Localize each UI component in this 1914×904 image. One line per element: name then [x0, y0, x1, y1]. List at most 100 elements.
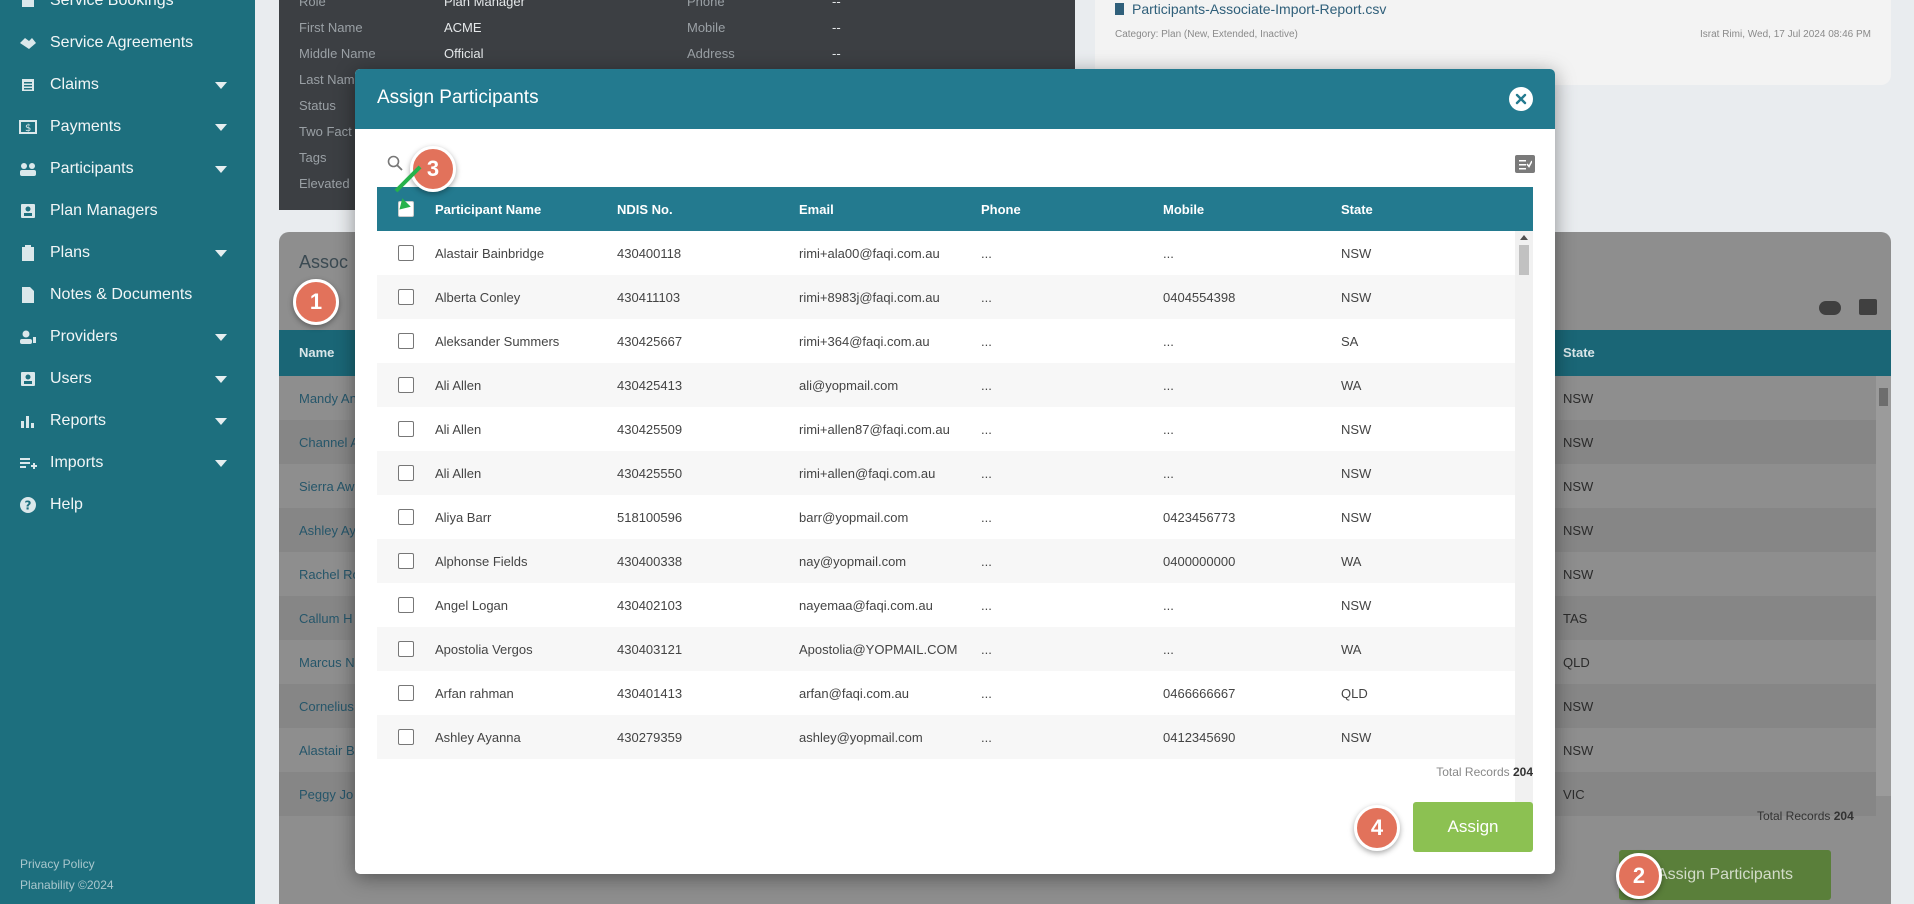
row-checkbox[interactable] — [398, 245, 414, 261]
chevron-down-icon — [215, 334, 227, 341]
sidebar-item-imports[interactable]: Imports — [0, 442, 255, 484]
sidebar: Service Bookings Service Agreements Clai… — [0, 0, 255, 904]
column-toggle-icon[interactable] — [1858, 299, 1877, 315]
svg-text:$: $ — [25, 123, 31, 134]
table-row[interactable]: Arfan rahman 430401413 arfan@faqi.com.au… — [377, 671, 1515, 715]
cell-ndis: 430425509 — [617, 422, 683, 437]
close-button[interactable] — [1509, 87, 1533, 111]
cell-name: Alphonse Fields — [435, 554, 528, 569]
chevron-down-icon — [215, 250, 227, 257]
scroll-thumb[interactable] — [1519, 245, 1529, 275]
sidebar-item-claims[interactable]: Claims — [0, 64, 255, 106]
cell-mobile: 0466666667 — [1163, 686, 1236, 701]
file-link[interactable]: Participants-Associate-Import-Report.csv — [1115, 1, 1386, 17]
sidebar-item-users[interactable]: Users — [0, 358, 255, 400]
cell-state: NSW — [1341, 730, 1372, 745]
cell-name: Ali Allen — [435, 378, 482, 393]
header-state[interactable]: State — [1341, 202, 1373, 217]
cell-email: nayemaa@faqi.com.au — [799, 598, 933, 613]
column-toggle-icon[interactable] — [1515, 155, 1535, 173]
header-mobile[interactable]: Mobile — [1163, 202, 1204, 217]
privacy-policy-link[interactable]: Privacy Policy — [20, 854, 114, 875]
sidebar-item-reports[interactable]: Reports — [0, 400, 255, 442]
chevron-down-icon — [215, 166, 227, 173]
modal-scrollbar[interactable] — [1515, 231, 1533, 825]
table-row[interactable]: Alberta Conley 430411103 rimi+8983j@faqi… — [377, 275, 1515, 319]
table-row[interactable]: Ali Allen 430425413 ali@yopmail.com ... … — [377, 363, 1515, 407]
row-checkbox[interactable] — [398, 465, 414, 481]
chevron-down-icon — [215, 376, 227, 383]
cell-phone: ... — [981, 466, 992, 481]
sidebar-item-plan-managers[interactable]: Plan Managers — [0, 190, 255, 232]
cell-mobile: 0404554398 — [1163, 290, 1236, 305]
row-checkbox[interactable] — [398, 377, 414, 393]
sidebar-item-service-agreements[interactable]: Service Agreements — [0, 22, 255, 64]
cloud-download-icon[interactable] — [1819, 301, 1841, 315]
cell-name: Ashley Ayanna — [435, 730, 521, 745]
close-icon — [1515, 93, 1527, 105]
table-row[interactable]: Aliya Barr 518100596 barr@yopmail.com ..… — [377, 495, 1515, 539]
tags-label: Tags — [299, 150, 327, 165]
cell-name: Ali Allen — [435, 466, 482, 481]
sidebar-item-plans[interactable]: Plans — [0, 232, 255, 274]
table-row[interactable]: Ali Allen 430425550 rimi+allen@faqi.com.… — [377, 451, 1515, 495]
cell-phone: ... — [981, 730, 992, 745]
row-checkbox[interactable] — [398, 509, 414, 525]
cell-mobile: ... — [1163, 246, 1174, 261]
cell-ndis: 430401413 — [617, 686, 683, 701]
table-row[interactable]: Angel Logan 430402103 nayemaa@faqi.com.a… — [377, 583, 1515, 627]
table-row[interactable]: Alastair Bainbridge 430400118 rimi+ala00… — [377, 231, 1515, 275]
phone-value: -- — [832, 0, 841, 9]
sidebar-item-label: Notes & Documents — [50, 286, 193, 303]
table-row[interactable]: Ashley Ayanna 430279359 ashley@yopmail.c… — [377, 715, 1515, 759]
row-checkbox[interactable] — [398, 421, 414, 437]
section-title: Assoc — [299, 252, 349, 272]
cell-email: rimi+8983j@faqi.com.au — [799, 290, 940, 305]
sidebar-item-label: Plans — [50, 244, 91, 261]
bg-row-state: NSW — [1563, 567, 1594, 582]
handshake-icon — [18, 33, 38, 53]
role-label: Role — [299, 0, 326, 9]
row-checkbox[interactable] — [398, 729, 414, 745]
row-checkbox[interactable] — [398, 553, 414, 569]
scroll-up-icon[interactable] — [1520, 235, 1528, 240]
header-participant-name[interactable]: Participant Name — [435, 202, 541, 217]
cell-email: rimi+allen87@faqi.com.au — [799, 422, 950, 437]
row-checkbox[interactable] — [398, 641, 414, 657]
cell-email: barr@yopmail.com — [799, 510, 909, 525]
assign-participants-modal: Assign Participants Participant Name NDI… — [355, 69, 1555, 874]
sidebar-item-label: Imports — [50, 454, 104, 471]
sidebar-item-help[interactable]: ? Help — [0, 484, 255, 526]
sidebar-item-service-bookings[interactable]: Service Bookings — [0, 0, 255, 22]
file-meta: Israt Rimi, Wed, 17 Jul 2024 08:46 PM — [1699, 29, 1871, 40]
table-row[interactable]: Ali Allen 430425509 rimi+allen87@faqi.co… — [377, 407, 1515, 451]
sidebar-item-participants[interactable]: Participants — [0, 148, 255, 190]
cell-email: nay@yopmail.com — [799, 554, 907, 569]
bg-row-name: Channel A — [299, 435, 359, 450]
bg-scrollbar[interactable] — [1876, 376, 1891, 796]
row-checkbox[interactable] — [398, 333, 414, 349]
sidebar-item-notes-documents[interactable]: Notes & Documents — [0, 274, 255, 316]
header-email[interactable]: Email — [799, 202, 834, 217]
role-value: Plan Manager — [444, 0, 525, 9]
row-checkbox[interactable] — [398, 685, 414, 701]
sidebar-item-providers[interactable]: Providers — [0, 316, 255, 358]
search-icon[interactable] — [387, 155, 403, 176]
row-checkbox[interactable] — [398, 289, 414, 305]
cell-state: NSW — [1341, 246, 1372, 261]
cell-mobile: 0412345690 — [1163, 730, 1236, 745]
sidebar-item-payments[interactable]: $ Payments — [0, 106, 255, 148]
step-marker: 1 — [293, 279, 339, 325]
bg-scroll-thumb[interactable] — [1879, 388, 1888, 406]
cell-email: rimi+ala00@faqi.com.au — [799, 246, 940, 261]
first-name-label: First Name — [299, 20, 363, 35]
header-ndis[interactable]: NDIS No. — [617, 202, 673, 217]
table-row[interactable]: Aleksander Summers 430425667 rimi+364@fa… — [377, 319, 1515, 363]
table-row[interactable]: Apostolia Vergos 430403121 Apostolia@YOP… — [377, 627, 1515, 671]
bg-row-name: Mandy An — [299, 391, 357, 406]
row-checkbox[interactable] — [398, 597, 414, 613]
assign-button[interactable]: Assign — [1413, 802, 1533, 852]
table-row[interactable]: Alphonse Fields 430400338 nay@yopmail.co… — [377, 539, 1515, 583]
header-phone[interactable]: Phone — [981, 202, 1021, 217]
middle-name-value: Official — [444, 46, 484, 61]
